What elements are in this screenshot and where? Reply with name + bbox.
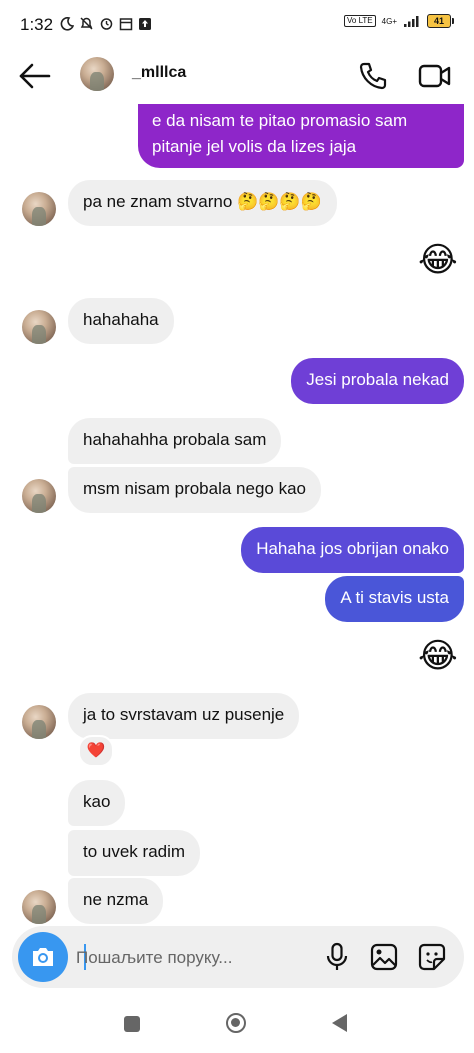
avatar[interactable] (22, 192, 56, 226)
microphone-icon (326, 942, 348, 970)
status-icons (60, 16, 152, 31)
sticker-button[interactable] (418, 943, 446, 971)
avatar[interactable] (22, 890, 56, 924)
sticker-icon (418, 943, 446, 971)
message-incoming[interactable]: pa ne znam stvarno 🤔🤔🤔🤔 (68, 180, 337, 226)
moon-icon (60, 16, 74, 31)
status-bar: 1:32 Vo LTE 4G+ 41 (0, 0, 474, 48)
header-avatar[interactable] (80, 57, 114, 91)
calendar-icon (119, 17, 133, 30)
status-time: 1:32 (20, 15, 54, 34)
battery-level: 41 (427, 14, 451, 28)
system-nav-bar (0, 996, 474, 1053)
video-call-button[interactable] (418, 62, 452, 90)
avatar[interactable] (22, 479, 56, 513)
bell-off-icon (80, 17, 93, 30)
message-outgoing[interactable]: Jesi probala nekad (291, 358, 464, 404)
message-incoming[interactable]: to uvek radim (68, 830, 201, 876)
heart-reaction[interactable]: ❤️ (78, 735, 114, 767)
image-icon (370, 943, 398, 971)
back-button[interactable] (18, 62, 52, 90)
message-input[interactable] (74, 942, 278, 974)
message-text: pitanje jel volis da lizes jaja (152, 137, 357, 156)
message-incoming[interactable]: ne nzma (68, 878, 164, 924)
network-label: 4G+ (381, 16, 397, 26)
system-back-button[interactable] (332, 1014, 347, 1032)
message-composer (12, 926, 464, 988)
volte-badge: Vo LTE (344, 15, 376, 27)
recents-button[interactable] (124, 1016, 140, 1032)
gallery-button[interactable] (370, 943, 398, 971)
signal-icon (404, 16, 419, 27)
message-emoji[interactable]: 😂 (418, 636, 458, 676)
camera-icon (33, 948, 53, 966)
status-right: Vo LTE 4G+ 41 (344, 14, 454, 28)
video-camera-icon (418, 64, 451, 88)
message-incoming[interactable]: hahahaha (68, 298, 174, 344)
camera-button[interactable] (18, 932, 68, 982)
avatar[interactable] (22, 310, 56, 344)
message-emoji[interactable]: 😂 (418, 240, 458, 280)
home-button[interactable] (226, 1013, 246, 1033)
message-incoming[interactable]: kao (68, 780, 126, 826)
message-text: e da nisam te pitao promasio sam (152, 111, 408, 130)
arrow-left-icon (19, 63, 51, 89)
phone-icon (359, 62, 387, 90)
message-incoming[interactable]: hahahahha probala sam (68, 418, 282, 464)
message-outgoing[interactable]: A ti stavis usta (325, 576, 464, 622)
battery-icon: 41 (427, 14, 454, 28)
alarm-icon (100, 18, 113, 30)
voice-message-button[interactable] (324, 942, 350, 972)
message-outgoing[interactable]: Hahaha jos obrijan onako (241, 527, 464, 573)
contact-username[interactable]: _mlllca (132, 64, 186, 82)
audio-call-button[interactable] (358, 61, 388, 91)
chat-header: _mlllca (0, 48, 474, 104)
message-outgoing[interactable]: e da nisam te pitao promasio sam pitanje… (138, 104, 464, 168)
upload-icon (139, 17, 151, 30)
avatar[interactable] (22, 705, 56, 739)
message-incoming[interactable]: msm nisam probala nego kao (68, 467, 322, 513)
message-incoming[interactable]: ja to svrstavam uz pusenje (68, 693, 300, 739)
